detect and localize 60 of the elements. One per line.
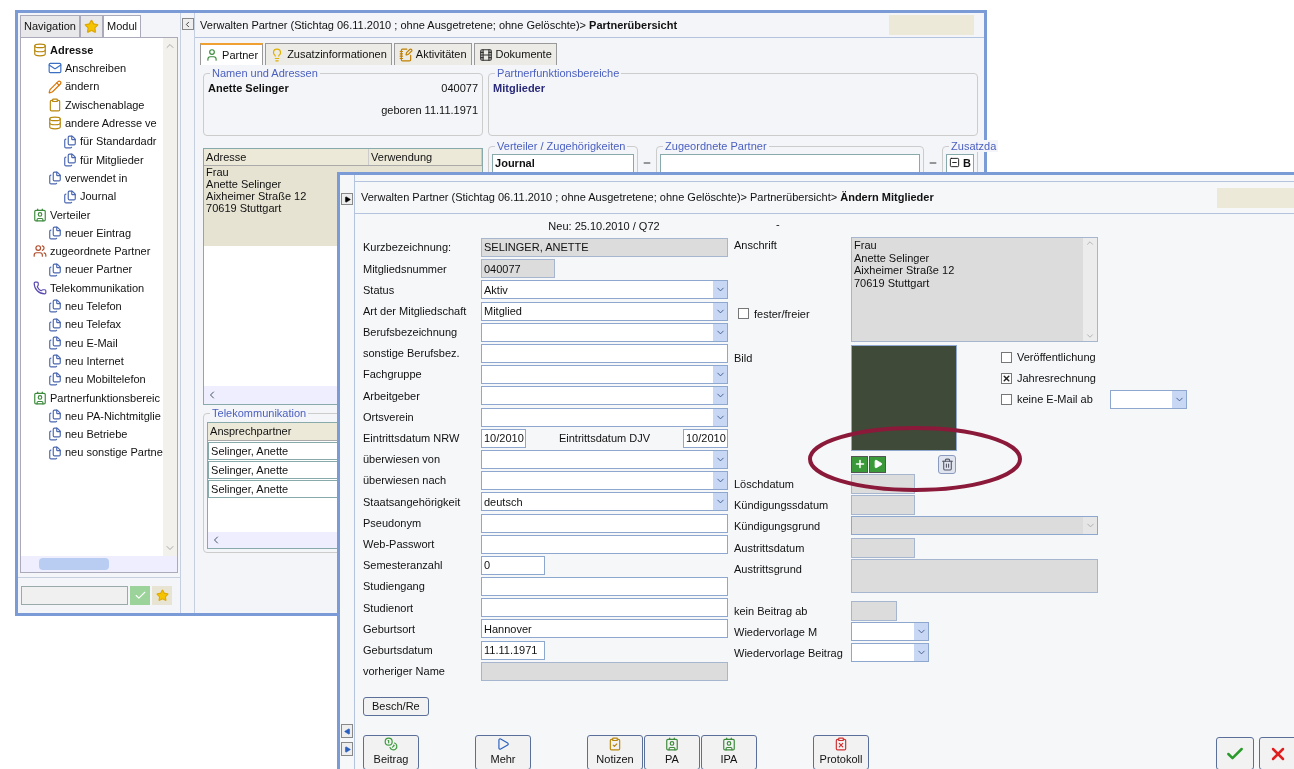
- field-label: Geburtsort: [363, 621, 416, 637]
- field-label: sonstige Berufsbez.: [363, 346, 461, 362]
- group-legend: Zusatzda: [949, 140, 999, 152]
- readonly-field: SELINGER, ANETTE: [481, 238, 728, 258]
- checkbox-label: fester/freier: [754, 306, 810, 322]
- address-line: Frau: [854, 239, 878, 252]
- address-line: Aixheimer Straße 12: [206, 190, 307, 202]
- field-label: überwiesen nach: [363, 473, 448, 489]
- address-line: 70619 Stuttgart: [206, 202, 282, 214]
- field-label: Kündigungsgrund: [734, 519, 822, 535]
- field-label: Status: [363, 282, 396, 298]
- window-title: Verwalten Partner (Stichtag 06.11.2010 ; ohne Ausgetretene; ohne Gelöschte)> Partnerübersicht> Ändern Mitglieder: [361, 190, 934, 206]
- window-title: Verwalten Partner (Stichtag 06.11.2010 ; ohne Ausgetretene; ohne Gelöschte)> Partnerübersicht: [200, 17, 678, 33]
- group-legend: Partnerfunktionsbereiche: [495, 67, 622, 79]
- field-label: Kurzbezeichnung:: [363, 240, 453, 256]
- field-label: vorheriger Name: [363, 664, 446, 680]
- field-label: Pseudonym: [363, 515, 423, 531]
- field-label: Löschdatum: [734, 477, 795, 492]
- group-legend: Namen und Adressen: [210, 67, 320, 79]
- field-label: Austrittsgrund: [734, 561, 803, 577]
- checkbox-label: Jahresrechnung: [1017, 371, 1097, 387]
- address-line: 70619 Stuttgart: [854, 276, 931, 289]
- group-legend: Verteiler / Zugehörigkeiten: [495, 140, 628, 152]
- field-label: Austrittsdatum: [734, 540, 806, 556]
- field-label: Staatsangehörigkeit: [363, 494, 462, 510]
- function-area: Mitglieder: [493, 82, 545, 94]
- readonly-field: 040077: [481, 259, 555, 279]
- field-label: Anschrift: [734, 238, 778, 253]
- checkbox-label: Veröffentlichung: [1017, 350, 1097, 366]
- field-label: Fachgruppe: [363, 367, 423, 383]
- field-label: Studiengang: [363, 579, 426, 595]
- field-label: Arbeitgeber: [363, 388, 421, 404]
- field-label: überwiesen von: [363, 452, 442, 468]
- checkbox-label: keine E-Mail ab: [1017, 392, 1094, 408]
- field-label: Studienort: [363, 600, 415, 616]
- field-label: Berufsbezeichnung: [363, 325, 459, 341]
- field-label: Bild: [734, 351, 754, 366]
- field-label: Kündigungssdatum: [734, 498, 830, 514]
- field-label: Web-Passwort: [363, 536, 436, 552]
- field-label: Art der Mitgliedschaft: [363, 303, 468, 319]
- partner-name: Anette Selinger: [208, 81, 289, 96]
- field-label: Mitgliedsnummer: [363, 261, 448, 277]
- field-label: Wiedervorlage Beitrag: [734, 646, 844, 662]
- field-label: Ortsverein: [363, 409, 415, 425]
- field-label: Geburtsdatum: [363, 642, 434, 658]
- field-label: Eintrittsdatum DJV: [558, 431, 651, 447]
- address-line: Frau: [206, 166, 229, 178]
- address-line: Anette Selinger: [206, 178, 282, 190]
- field-label: Semesteranzahl: [363, 558, 444, 574]
- group-legend: Telekommunikation: [210, 407, 309, 419]
- created-info: Neu: 25.10.2010 / Q72: [547, 219, 661, 235]
- address-line: Aixheimer Straße 12: [854, 264, 956, 277]
- field-label: Eintrittsdatum NRW: [363, 431, 461, 447]
- birth-date: geboren 11.11.1971: [381, 102, 479, 118]
- group-legend: Zugeordnete Partner: [663, 140, 769, 152]
- field-label: Wiedervorlage M: [734, 624, 819, 640]
- dash-mark: -: [776, 218, 780, 230]
- partner-number: 040077: [441, 81, 479, 96]
- field-label: kein Beitrag ab: [734, 603, 809, 619]
- address-line: Anette Selinger: [854, 251, 931, 264]
